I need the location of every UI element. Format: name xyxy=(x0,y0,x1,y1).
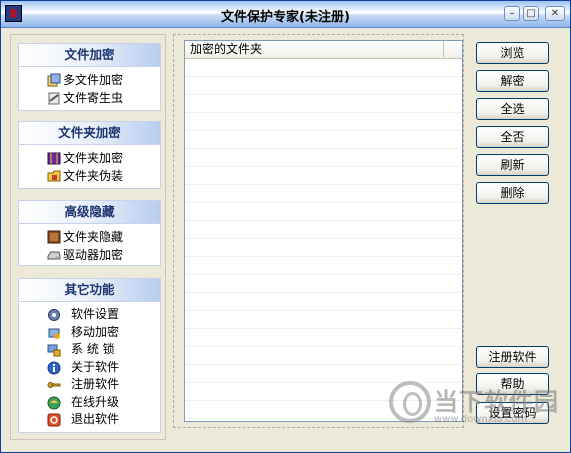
refresh-button[interactable]: 刷新 xyxy=(476,154,549,176)
sidebar-item-label: 系 统 锁 xyxy=(71,342,115,356)
sidebar-item-label: 退出软件 xyxy=(71,412,120,426)
sidebar-item-label: 多文件加密 xyxy=(63,73,124,87)
group-header: 高级隐藏 xyxy=(19,201,160,224)
encrypted-folder-list[interactable]: 加密的文件夹 xyxy=(184,40,463,422)
group-advanced-hide: 高级隐藏 文件夹隐藏 驱动器加密 xyxy=(18,200,161,266)
column-divider[interactable] xyxy=(443,41,444,57)
file-parasite-icon xyxy=(48,92,60,105)
sidebar-item-label: 注册软件 xyxy=(71,377,120,391)
close-button[interactable]: ✕ xyxy=(545,6,565,21)
watermark: 当下软件园 www.downxia.com xyxy=(386,378,566,436)
watermark-brand: 当下软件园 xyxy=(434,388,559,416)
exit-icon xyxy=(47,413,61,427)
select-all-button[interactable]: 全选 xyxy=(476,98,549,120)
watermark-logo-icon xyxy=(389,381,431,423)
decrypt-button[interactable]: 解密 xyxy=(476,70,549,92)
sidebar-item-multi-file-encrypt[interactable]: 多文件加密 xyxy=(19,71,160,89)
multi-file-encrypt-icon xyxy=(47,73,61,87)
register-key-icon xyxy=(47,382,61,388)
sidebar-item-register[interactable]: 注册软件 xyxy=(19,376,160,394)
title-bar[interactable]: 文件保护专家(未注册) – □ ✕ xyxy=(1,1,570,28)
list-rows xyxy=(185,59,462,421)
sidebar-item-drive-encrypt[interactable]: 驱动器加密 xyxy=(19,246,160,264)
watermark-url: www.downxia.com xyxy=(434,414,528,425)
window-title: 文件保护专家(未注册) xyxy=(221,10,350,25)
sidebar-item-about[interactable]: 关于软件 xyxy=(19,359,160,377)
folder-encrypt-icon xyxy=(47,152,61,165)
sidebar-item-label: 文件夹加密 xyxy=(63,151,124,165)
folder-hide-icon xyxy=(47,230,61,244)
sidebar-item-label: 驱动器加密 xyxy=(63,248,124,262)
select-none-button[interactable]: 全否 xyxy=(476,126,549,148)
group-other-functions: 其它功能 软件设置 移动加密 系 统 锁 关于软件 注册软件 在线升级 退出软件 xyxy=(18,278,161,433)
sidebar-item-online-upgrade[interactable]: 在线升级 xyxy=(19,394,160,412)
sidebar-item-folder-encrypt[interactable]: 文件夹加密 xyxy=(19,149,160,167)
maximize-button[interactable]: □ xyxy=(523,6,539,21)
sidebar-item-settings[interactable]: 软件设置 xyxy=(19,306,160,324)
group-header: 其它功能 xyxy=(19,279,160,302)
sidebar-item-label: 移动加密 xyxy=(71,324,120,339)
folder-disguise-icon xyxy=(47,170,61,182)
sidebar-item-label: 文件夹伪装 xyxy=(63,169,124,183)
register-button[interactable]: 注册软件 xyxy=(476,346,549,368)
system-lock-icon xyxy=(47,344,61,357)
online-upgrade-icon xyxy=(47,396,61,409)
sidebar-item-label: 文件夹隐藏 xyxy=(63,230,124,244)
sidebar-item-folder-disguise[interactable]: 文件夹伪装 xyxy=(19,167,160,185)
sidebar-item-folder-hide[interactable]: 文件夹隐藏 xyxy=(19,228,160,246)
browse-button[interactable]: 浏览 xyxy=(476,42,549,64)
main-window: 文件保护专家(未注册) – □ ✕ 文件加密 多文件加密 文件寄生虫 文件夹加密 xyxy=(0,0,571,453)
minimize-button[interactable]: – xyxy=(504,6,520,21)
sidebar-item-system-lock[interactable]: 系 统 锁 xyxy=(19,341,160,359)
group-header: 文件加密 xyxy=(19,44,160,67)
mobile-encrypt-icon xyxy=(48,328,60,339)
delete-button[interactable]: 删除 xyxy=(476,182,549,204)
sidebar-item-mobile-encrypt[interactable]: 移动加密 xyxy=(19,324,160,342)
drive-encrypt-icon xyxy=(47,251,61,260)
sidebar-item-label: 关于软件 xyxy=(71,359,120,374)
group-header: 文件夹加密 xyxy=(19,122,160,145)
column-header-encrypted-folder[interactable]: 加密的文件夹 xyxy=(185,41,462,59)
group-file-encrypt: 文件加密 多文件加密 文件寄生虫 xyxy=(18,43,161,111)
sidebar-item-label: 在线升级 xyxy=(71,394,120,409)
group-folder-encrypt: 文件夹加密 文件夹加密 文件夹伪装 xyxy=(18,121,161,189)
sidebar-item-file-parasite[interactable]: 文件寄生虫 xyxy=(19,89,160,107)
sidebar-item-label: 软件设置 xyxy=(71,307,120,321)
sidebar-item-label: 文件寄生虫 xyxy=(63,91,124,105)
settings-gear-icon xyxy=(48,309,60,321)
info-icon xyxy=(47,361,61,374)
sidebar-item-exit[interactable]: 退出软件 xyxy=(19,411,160,429)
column-header-label: 加密的文件夹 xyxy=(190,42,263,56)
sidebar: 文件加密 多文件加密 文件寄生虫 文件夹加密 文件夹加密 文件夹伪装 高级隐藏 … xyxy=(10,34,166,440)
